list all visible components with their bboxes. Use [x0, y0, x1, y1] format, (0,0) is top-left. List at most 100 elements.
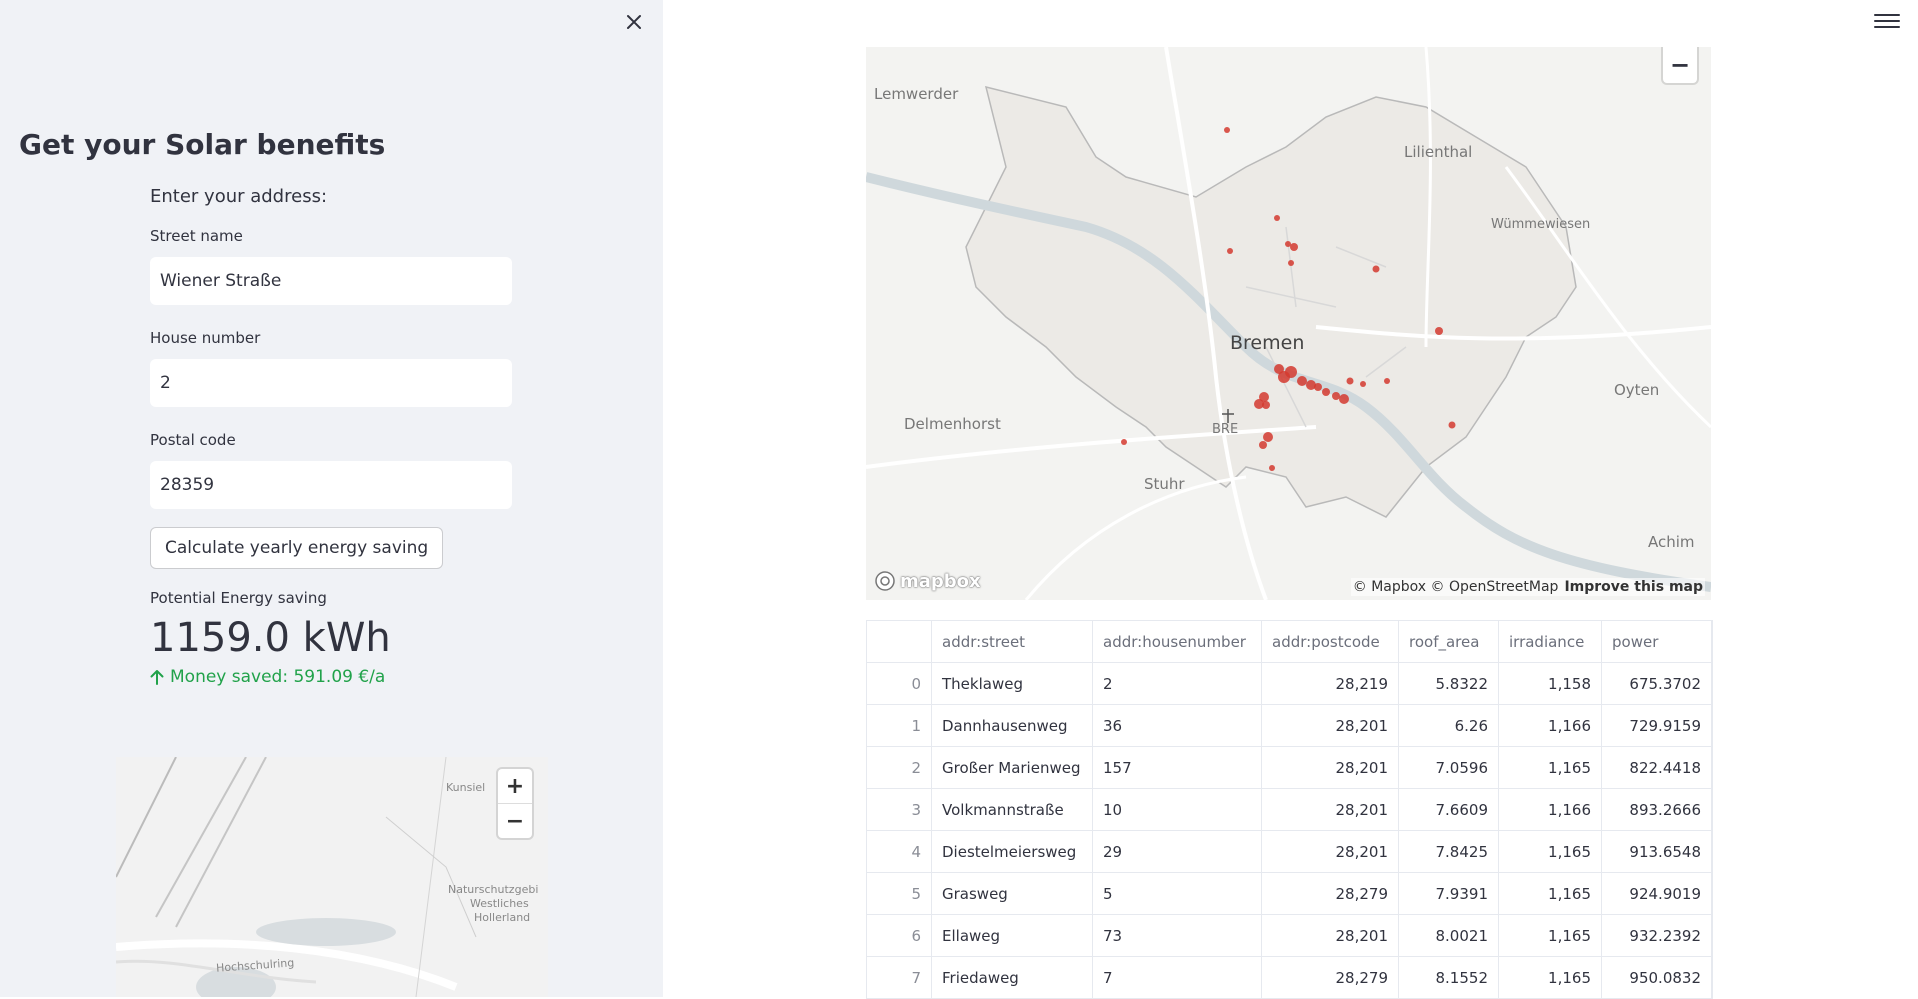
column-header-power[interactable]: power — [1601, 621, 1712, 663]
mapbox-logo[interactable]: mapbox — [874, 570, 981, 592]
cell-irradiance: 1,158 — [1498, 662, 1602, 705]
column-header-housenumber[interactable]: addr:housenumber — [1092, 621, 1262, 663]
cell-power: 913.6548 — [1601, 830, 1712, 873]
cell-irradiance: 1,166 — [1498, 788, 1602, 831]
map-label-delmenhorst: Delmenhorst — [904, 415, 1001, 433]
mapbox-logo-text: mapbox — [900, 570, 981, 592]
cell-roof-area: 7.0596 — [1398, 746, 1499, 789]
address-form: Enter your address: Street name House nu… — [150, 186, 512, 687]
cell-street: Dannhausenweg — [931, 704, 1093, 747]
cell-street: Großer Marienweg — [931, 746, 1093, 789]
sidebar-title: Get your Solar benefits — [19, 128, 386, 161]
cell-postcode: 28,201 — [1261, 914, 1399, 957]
main-menu-button[interactable] — [1874, 10, 1900, 32]
sidebar: Get your Solar benefits Enter your addre… — [0, 0, 663, 997]
mapbox-logo-icon — [875, 571, 895, 591]
data-table: addr:street addr:housenumber addr:postco… — [866, 620, 1713, 999]
calculate-button[interactable]: Calculate yearly energy saving — [150, 527, 444, 569]
house-number-label: House number — [150, 329, 261, 347]
cell-roof-area: 7.6609 — [1398, 788, 1499, 831]
map-attribution: © Mapbox © OpenStreetMap Improve this map — [1350, 578, 1705, 596]
postal-code-input[interactable] — [150, 461, 512, 509]
row-index: 6 — [867, 914, 932, 957]
cell-power: 950.0832 — [1601, 956, 1712, 999]
row-index: 1 — [867, 704, 932, 747]
table-row[interactable]: 2 Großer Marienweg 157 28,201 7.0596 1,1… — [867, 746, 1712, 789]
table-row[interactable]: 5 Grasweg 5 28,279 7.9391 1,165 924.9019 — [867, 872, 1712, 915]
street-label: Street name — [150, 227, 243, 245]
close-sidebar-button[interactable] — [620, 8, 648, 36]
table-row[interactable]: 3 Volkmannstraße 10 28,201 7.6609 1,166 … — [867, 788, 1712, 831]
column-header-street[interactable]: addr:street — [931, 621, 1093, 663]
cell-postcode: 28,279 — [1261, 872, 1399, 915]
metric-value: 1159.0 kWh — [150, 615, 391, 661]
table-header-row: addr:street addr:housenumber addr:postco… — [867, 621, 1712, 663]
mini-map-zoom-in-button[interactable]: + — [498, 769, 532, 803]
cell-roof-area: 8.0021 — [1398, 914, 1499, 957]
cell-irradiance: 1,165 — [1498, 872, 1602, 915]
cell-postcode: 28,201 — [1261, 746, 1399, 789]
table-row[interactable]: 0 Theklaweg 2 28,219 5.8322 1,158 675.37… — [867, 662, 1712, 705]
cell-street: Theklaweg — [931, 662, 1093, 705]
row-index: 3 — [867, 788, 932, 831]
map-label-wummewiesen: Wümmewiesen — [1491, 217, 1591, 232]
close-icon — [627, 15, 641, 29]
table-row[interactable]: 1 Dannhausenweg 36 28,201 6.26 1,166 729… — [867, 704, 1712, 747]
map-label-lemwerder: Lemwerder — [874, 85, 959, 103]
cell-roof-area: 7.8425 — [1398, 830, 1499, 873]
cell-postcode: 28,201 — [1261, 830, 1399, 873]
table-row[interactable]: 4 Diestelmeiersweg 29 28,201 7.8425 1,16… — [867, 830, 1712, 873]
cell-roof-area: 5.8322 — [1398, 662, 1499, 705]
cell-street: Grasweg — [931, 872, 1093, 915]
improve-map-link[interactable]: Improve this map — [1564, 579, 1703, 595]
cell-housenumber: 10 — [1092, 788, 1262, 831]
cell-housenumber: 29 — [1092, 830, 1262, 873]
mini-map-zoom-out-button[interactable]: − — [498, 803, 532, 838]
cell-power: 932.2392 — [1601, 914, 1712, 957]
cell-postcode: 28,201 — [1261, 704, 1399, 747]
address-prompt: Enter your address: — [150, 186, 328, 207]
row-index: 0 — [867, 662, 932, 705]
mini-map[interactable]: Kunsiel Naturschutzgebi Westliches Holle… — [116, 757, 548, 997]
hamburger-line — [1874, 26, 1900, 28]
main-map[interactable]: Lemwerder Lilienthal Wümmewiesen Bremen … — [866, 47, 1711, 600]
cell-housenumber: 36 — [1092, 704, 1262, 747]
cell-irradiance: 1,166 — [1498, 704, 1602, 747]
cell-roof-area: 7.9391 — [1398, 872, 1499, 915]
row-index: 2 — [867, 746, 932, 789]
cell-power: 893.2666 — [1601, 788, 1712, 831]
cell-power: 729.9159 — [1601, 704, 1712, 747]
map-label-achim: Achim — [1648, 533, 1695, 551]
cell-postcode: 28,219 — [1261, 662, 1399, 705]
column-header-roof-area[interactable]: roof_area — [1398, 621, 1499, 663]
house-number-input[interactable] — [150, 359, 512, 407]
cell-street: Diestelmeiersweg — [931, 830, 1093, 873]
mini-map-label-1: Kunsiel — [446, 781, 486, 794]
metric-delta-text: Money saved: 591.09 €/a — [170, 667, 386, 687]
column-header-postcode[interactable]: addr:postcode — [1261, 621, 1399, 663]
map-label-bremen: Bremen — [1230, 332, 1305, 354]
column-header-irradiance[interactable]: irradiance — [1498, 621, 1602, 663]
map-label-oyten: Oyten — [1614, 381, 1660, 399]
map-label-bre: BRE — [1212, 422, 1239, 437]
row-index: 7 — [867, 956, 932, 999]
cell-irradiance: 1,165 — [1498, 746, 1602, 789]
cell-housenumber: 5 — [1092, 872, 1262, 915]
street-input[interactable] — [150, 257, 512, 305]
mini-map-label-3: Westliches — [470, 897, 529, 910]
table-row[interactable]: 6 Ellaweg 73 28,201 8.0021 1,165 932.239… — [867, 914, 1712, 957]
cell-power: 924.9019 — [1601, 872, 1712, 915]
cell-housenumber: 73 — [1092, 914, 1262, 957]
map-label-stuhr: Stuhr — [1144, 475, 1185, 493]
cell-power: 675.3702 — [1601, 662, 1712, 705]
column-header-index[interactable] — [867, 621, 932, 663]
cell-housenumber: 157 — [1092, 746, 1262, 789]
mini-map-label-2: Naturschutzgebi — [448, 883, 539, 896]
hamburger-line — [1874, 20, 1900, 22]
cell-roof-area: 8.1552 — [1398, 956, 1499, 999]
table-row[interactable]: 7 Friedaweg 7 28,279 8.1552 1,165 950.08… — [867, 956, 1712, 999]
cell-roof-area: 6.26 — [1398, 704, 1499, 747]
metric-delta: Money saved: 591.09 €/a — [150, 667, 512, 687]
cell-street: Volkmannstraße — [931, 788, 1093, 831]
map-zoom-out-button[interactable]: − — [1663, 47, 1697, 83]
